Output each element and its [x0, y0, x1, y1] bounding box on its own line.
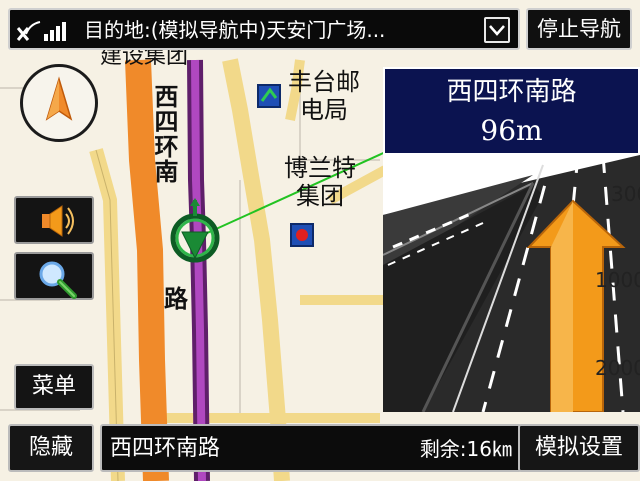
- sound-button[interactable]: [14, 196, 94, 244]
- navigation-screen: 建设集团 西四环南 路 丰台邮 电局 博兰特 集团 目的地:(模拟导航中)天安门…: [0, 0, 640, 481]
- bottom-bar: 隐藏 西四环南路 剩余:16㎞ 模拟设置: [8, 424, 640, 472]
- destination-dropdown-button[interactable]: [484, 17, 510, 43]
- gps-signal-icon: [16, 21, 66, 41]
- stop-navigation-button[interactable]: 停止导航: [526, 8, 632, 50]
- map-label-post-office: 丰台邮 电局: [288, 68, 360, 124]
- top-bar: 目的地:(模拟导航中)天安门广场... 停止导航: [8, 8, 632, 50]
- guidance-header: 西四环南路 96m: [383, 67, 640, 155]
- company-poi-icon[interactable]: [290, 223, 314, 247]
- next-road-name: 西四环南路: [446, 77, 577, 107]
- distance-mark-2000: 2000: [595, 356, 640, 380]
- menu-button[interactable]: 菜单: [14, 364, 94, 410]
- distance-mark-1000: 1000: [595, 268, 640, 292]
- compass-button[interactable]: [20, 64, 98, 142]
- magnifier-icon: [39, 261, 77, 299]
- remaining-distance: 剩余:16㎞: [419, 437, 512, 461]
- north-arrow-icon: [45, 76, 73, 121]
- distance-mark-300: 300: [611, 182, 640, 206]
- destination-text: 目的地:(模拟导航中)天安门广场...: [84, 18, 386, 42]
- map-label-company: 博兰特 集团: [284, 154, 356, 210]
- speaker-icon: [42, 205, 74, 237]
- map-label-road-vertical: 西四环南: [150, 84, 178, 184]
- zoom-button[interactable]: [14, 252, 94, 300]
- hide-button[interactable]: 隐藏: [8, 424, 94, 472]
- simulation-settings-button[interactable]: 模拟设置: [518, 424, 640, 472]
- current-road-name: 西四环南路: [110, 436, 221, 461]
- junction-view: 300 1000 2000: [383, 155, 640, 412]
- next-turn-distance: 96m: [480, 114, 543, 147]
- post-office-poi-icon[interactable]: [257, 84, 281, 108]
- chevron-down-icon: [489, 25, 505, 36]
- destination-box[interactable]: 目的地:(模拟导航中)天安门广场...: [8, 8, 520, 50]
- map-label-road-vertical-end: 路: [164, 285, 188, 313]
- road-status-bar: 西四环南路 剩余:16㎞: [100, 424, 522, 472]
